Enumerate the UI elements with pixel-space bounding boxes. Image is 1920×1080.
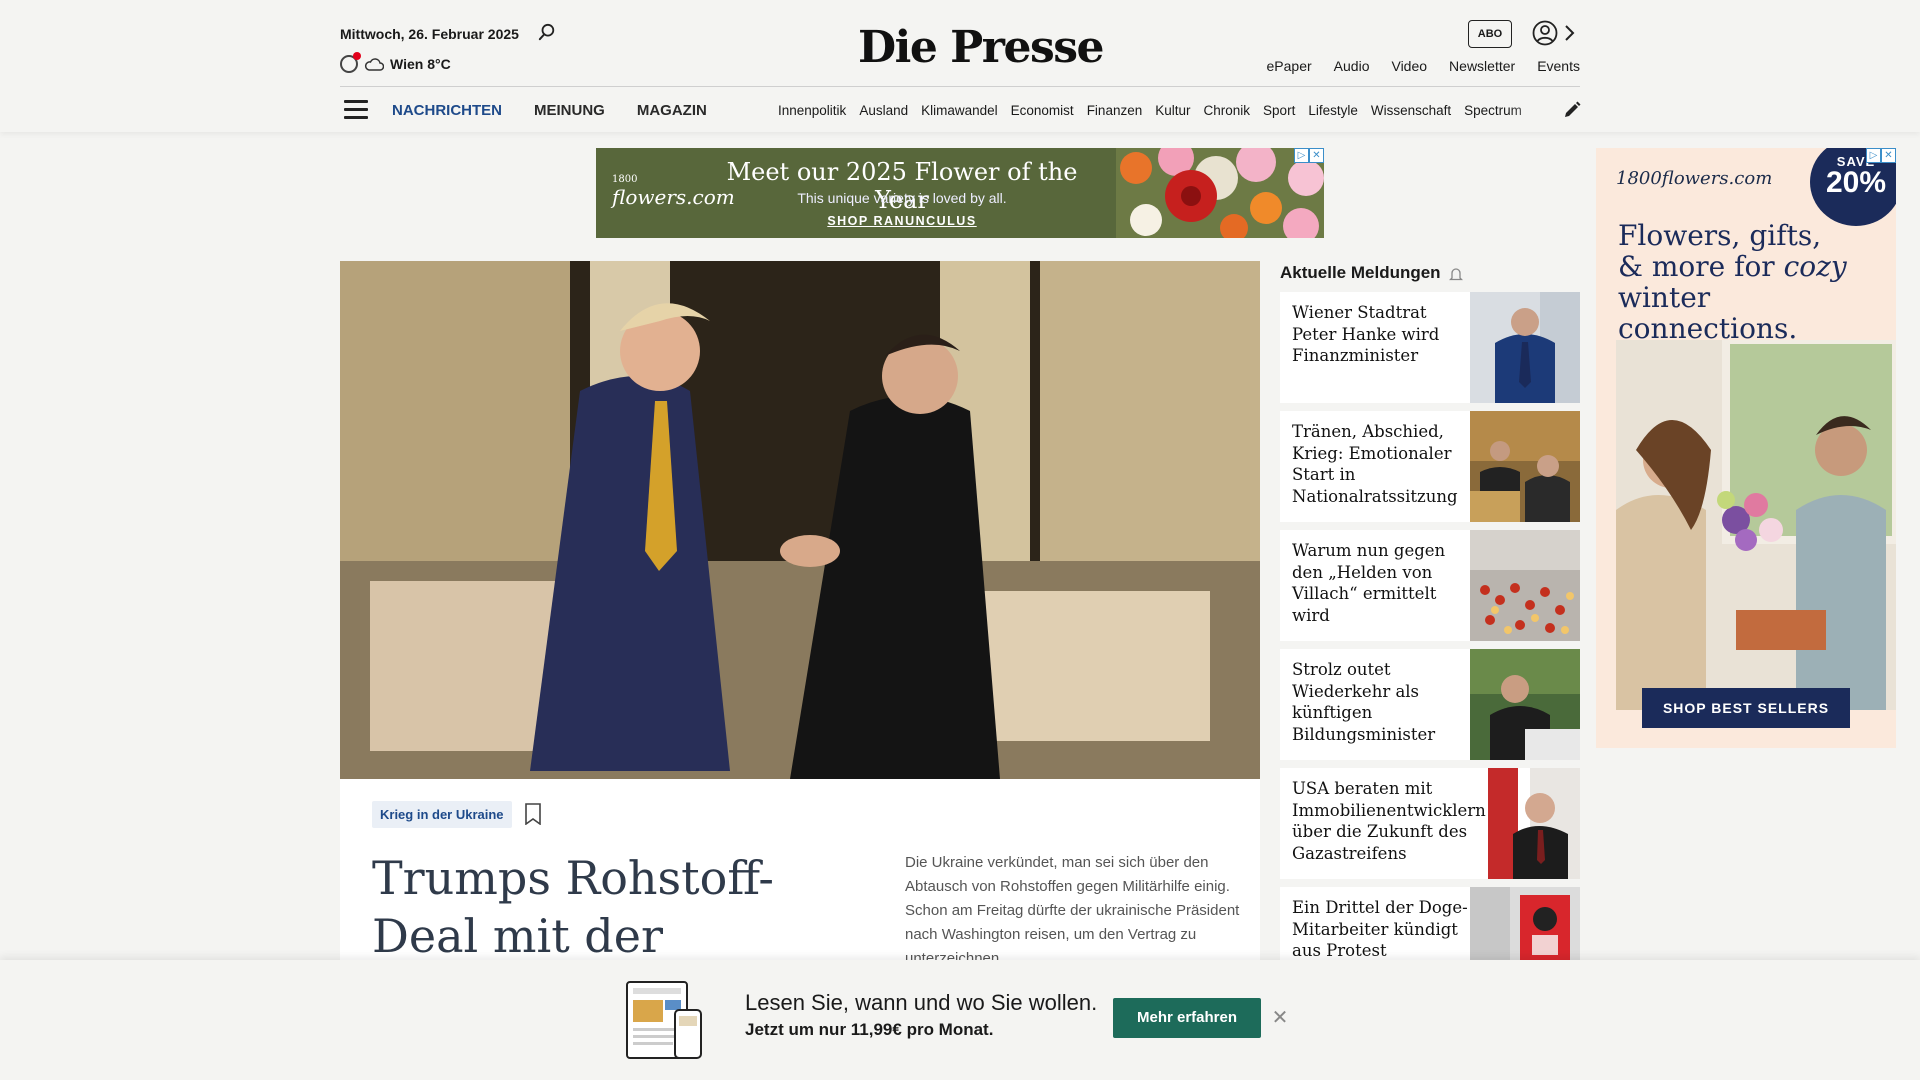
news-thumbnail — [1488, 768, 1580, 879]
section-sport[interactable]: Sport — [1263, 103, 1295, 118]
main-nav: NACHRICHTEN MEINUNG MAGAZIN — [392, 102, 707, 119]
news-item[interactable]: Tränen, Abschied, Krieg: Emotionaler Sta… — [1280, 411, 1580, 522]
section-lifestyle[interactable]: Lifestyle — [1308, 103, 1358, 118]
link-epaper[interactable]: ePaper — [1267, 58, 1312, 74]
news-headline: Tränen, Abschied, Krieg: Emotionaler Sta… — [1292, 422, 1458, 506]
nav-meinung[interactable]: MEINUNG — [534, 102, 605, 119]
section-nav: Innenpolitik Ausland Klimawandel Economi… — [778, 103, 1542, 118]
site-header: Mittwoch, 26. Februar 2025 Wien 8°C Die … — [0, 0, 1920, 132]
ad-close-icon[interactable]: ✕ — [1309, 148, 1324, 163]
current-date: Mittwoch, 26. Februar 2025 — [340, 26, 519, 42]
section-ausland[interactable]: Ausland — [859, 103, 908, 118]
news-headline: Strolz outet Wiederkehr als künftigen Bi… — [1292, 660, 1436, 744]
top-links: ePaper Audio Video Newsletter Events — [1267, 58, 1580, 74]
ad-headline: Flowers, gifts, & more for cozy winter c… — [1618, 219, 1847, 345]
hamburger-menu-icon[interactable] — [344, 100, 368, 120]
news-list: Wiener Stadtrat Peter Hanke wird Finanzm… — [1280, 292, 1580, 1006]
clock-icon — [340, 52, 361, 73]
ad-choices[interactable]: ▷ ✕ — [1866, 148, 1896, 163]
bell-icon[interactable] — [1449, 266, 1463, 282]
section-chronik[interactable]: Chronik — [1204, 103, 1251, 118]
section-economist[interactable]: Economist — [1011, 103, 1074, 118]
section-kultur[interactable]: Kultur — [1155, 103, 1190, 118]
nav-magazin[interactable]: MAGAZIN — [637, 102, 707, 119]
banner-price: Jetzt um nur 11,99€ pro Monat. — [745, 1020, 994, 1039]
bookmark-icon[interactable] — [524, 803, 542, 825]
news-item[interactable]: Strolz outet Wiederkehr als künftigen Bi… — [1280, 649, 1580, 760]
link-video[interactable]: Video — [1391, 58, 1427, 74]
section-innenpolitik[interactable]: Innenpolitik — [778, 103, 846, 118]
abo-button[interactable]: ABO — [1468, 20, 1512, 48]
news-item[interactable]: Wiener Stadtrat Peter Hanke wird Finanzm… — [1280, 292, 1580, 403]
ad-subline: This unique variety is loved by all. — [797, 190, 1007, 206]
user-account-icon[interactable] — [1532, 20, 1558, 46]
cloud-icon — [365, 58, 384, 71]
ad-choices[interactable]: ▷ ✕ — [1294, 148, 1324, 163]
lead-article-card[interactable]: Krieg in der Ukraine Trumps Rohstoff-Dea… — [340, 779, 1260, 1021]
ad-cta-link[interactable]: SHOP RANUNCULUS — [708, 214, 1096, 228]
news-thumbnail — [1470, 292, 1580, 403]
news-item[interactable]: Warum nun gegen den „Helden von Villach“… — [1280, 530, 1580, 641]
mehr-erfahren-button[interactable]: Mehr erfahren — [1113, 998, 1261, 1038]
link-events[interactable]: Events — [1537, 58, 1580, 74]
ad-close-icon[interactable]: ✕ — [1881, 148, 1896, 163]
chevron-right-icon[interactable] — [1563, 24, 1575, 42]
top-banner-ad[interactable]: 1800 flowers.com Meet our 2025 Flower of … — [596, 148, 1324, 238]
adchoices-icon[interactable]: ▷ — [1294, 148, 1309, 163]
article-lead: Die Ukraine verkündet, man sei sich über… — [905, 854, 1240, 967]
adchoices-icon[interactable]: ▷ — [1866, 148, 1881, 163]
site-logo[interactable]: Die Presse — [858, 22, 1104, 73]
section-nav-fade — [1510, 98, 1550, 124]
news-headline: Ein Drittel der Doge-Mitarbeiter kündigt… — [1292, 898, 1468, 960]
nav-divider — [340, 86, 1580, 87]
weather-label: Wien 8°C — [390, 56, 451, 72]
section-finanzen[interactable]: Finanzen — [1087, 103, 1143, 118]
search-icon[interactable] — [538, 23, 556, 41]
link-audio[interactable]: Audio — [1334, 58, 1370, 74]
news-headline: Warum nun gegen den „Helden von Villach“… — [1292, 541, 1446, 625]
nav-nachrichten[interactable]: NACHRICHTEN — [392, 102, 502, 119]
link-newsletter[interactable]: Newsletter — [1449, 58, 1515, 74]
pencil-icon[interactable] — [1562, 100, 1582, 120]
news-thumbnail — [1470, 649, 1580, 760]
news-headline: USA beraten mit Immobilienentwicklern üb… — [1292, 779, 1486, 863]
news-item[interactable]: USA beraten mit Immobilienentwicklern üb… — [1280, 768, 1580, 879]
ad-cta-button[interactable]: SHOP BEST SELLERS — [1642, 688, 1850, 728]
sidebar-title: Aktuelle Meldungen — [1280, 263, 1441, 282]
tablet-phone-icon — [626, 981, 702, 1059]
weather-widget[interactable]: Wien 8°C — [340, 52, 451, 73]
banner-headline: Lesen Sie, wann und wo Sie wollen. — [745, 990, 1098, 1015]
section-wissenschaft[interactable]: Wissenschaft — [1371, 103, 1451, 118]
flowers-image — [1116, 148, 1324, 238]
hero-image[interactable] — [340, 261, 1260, 779]
news-thumbnail — [1470, 530, 1580, 641]
news-headline: Wiener Stadtrat Peter Hanke wird Finanzm… — [1292, 303, 1440, 365]
news-thumbnail — [1470, 411, 1580, 522]
sidebar-ad[interactable]: 1800flowers.com SAVE 20% Flowers, gifts,… — [1596, 148, 1896, 748]
ad-brand-logo: 1800flowers.com — [1616, 168, 1773, 189]
ad-photo — [1616, 340, 1896, 710]
section-klimawandel[interactable]: Klimawandel — [921, 103, 998, 118]
article-tag[interactable]: Krieg in der Ukraine — [372, 801, 512, 828]
subscription-banner: Lesen Sie, wann und wo Sie wollen. Jetzt… — [0, 960, 1920, 1080]
close-icon[interactable]: ✕ — [1270, 1008, 1290, 1028]
